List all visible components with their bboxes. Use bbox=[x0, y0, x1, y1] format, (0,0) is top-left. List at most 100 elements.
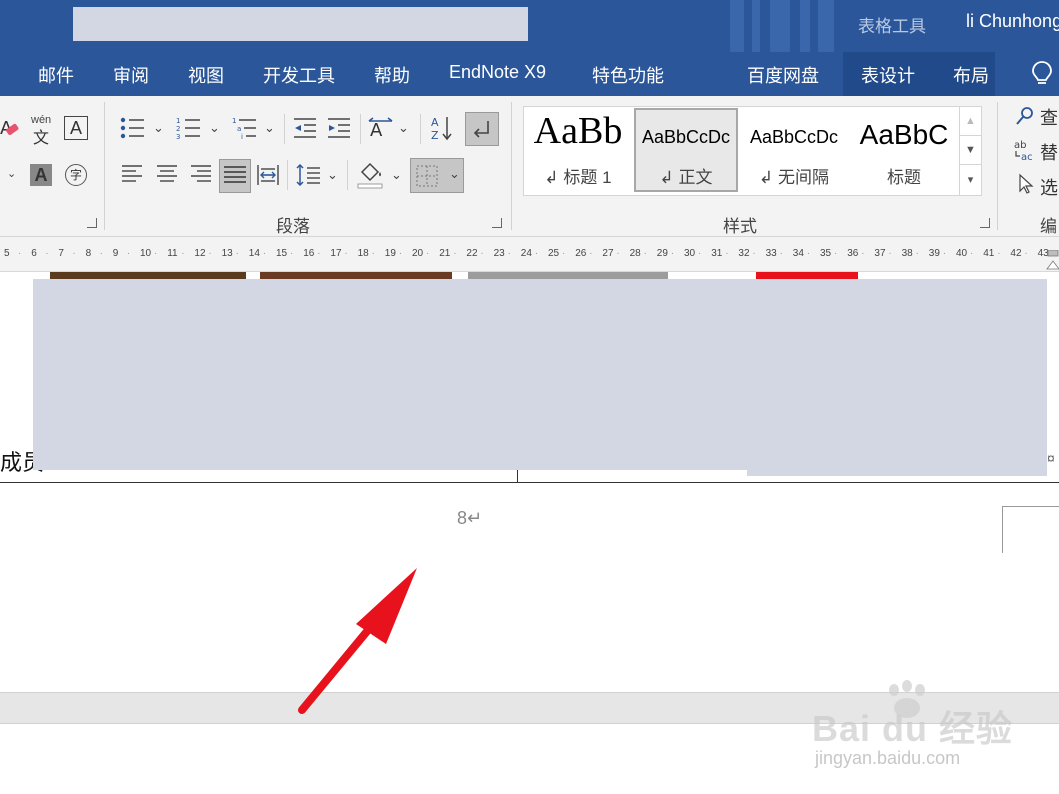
tab-review[interactable]: 审阅 bbox=[113, 62, 149, 88]
title-decoration bbox=[800, 0, 810, 52]
ruler-tick-mark: · bbox=[861, 248, 865, 259]
tab-table-design[interactable]: 表设计 bbox=[861, 62, 915, 88]
line-spacing-icon[interactable] bbox=[296, 163, 322, 187]
baidu-watermark-url: jingyan.baidu.com bbox=[815, 748, 961, 768]
bullets-dropdown-chevron-icon[interactable]: ⌄ bbox=[153, 120, 164, 136]
shading-paint-bucket-icon[interactable] bbox=[356, 160, 384, 190]
align-center-icon[interactable] bbox=[155, 164, 179, 186]
ruler-tick-label: 31 bbox=[711, 248, 723, 259]
ruler-tick-mark: · bbox=[371, 248, 375, 259]
decrease-indent-icon[interactable] bbox=[292, 116, 318, 140]
editing-group-label: 编 bbox=[1040, 217, 1057, 236]
select-label[interactable]: 选 bbox=[1040, 174, 1058, 200]
borders-button[interactable]: ⌄ bbox=[410, 158, 464, 193]
tab-developer[interactable]: 开发工具 bbox=[263, 62, 335, 88]
shading-dropdown-chevron-icon[interactable]: ⌄ bbox=[391, 167, 402, 183]
ruler-tick-mark: · bbox=[806, 248, 811, 259]
align-right-icon[interactable] bbox=[189, 164, 213, 186]
tell-me-lightbulb-icon[interactable] bbox=[1031, 60, 1053, 88]
ruler-tick-mark: · bbox=[126, 248, 131, 259]
tab-mail[interactable]: 邮件 bbox=[38, 62, 74, 88]
ruler-tick-mark: · bbox=[752, 248, 756, 259]
find-label[interactable]: 查 bbox=[1040, 104, 1058, 130]
ruler-tick-mark: · bbox=[235, 248, 239, 259]
style-preview: AaBb bbox=[533, 110, 623, 152]
ruler-tick-label: 21 bbox=[439, 248, 451, 259]
enclose-characters-icon[interactable]: 字 bbox=[65, 164, 87, 186]
numbering-dropdown-chevron-icon[interactable]: ⌄ bbox=[209, 120, 220, 136]
styles-more-icon[interactable]: ▾ bbox=[959, 164, 982, 196]
style-heading-1[interactable]: AaBb ↲ 标题 1 bbox=[526, 109, 630, 191]
multilevel-list-dropdown-chevron-icon[interactable]: ⌄ bbox=[264, 120, 275, 136]
styles-dialog-launcher-icon[interactable] bbox=[980, 218, 990, 228]
ruler-tick-label: 22 bbox=[466, 248, 478, 259]
line-spacing-dropdown-chevron-icon[interactable]: ⌄ bbox=[327, 167, 338, 183]
character-shading-icon[interactable]: A bbox=[30, 164, 52, 186]
user-name[interactable]: li Chunhong bbox=[966, 11, 1059, 32]
ruler-tick-labels: 5 · 6 · 7 · 8 · 9 · 10 · 11 · 12 · 13 · 14 · 15 · 16 · 17 · 18 · 19 ·… bbox=[0, 237, 1059, 271]
ruler-tick-label: 8 bbox=[85, 248, 92, 259]
toolbar-separator bbox=[347, 160, 348, 190]
tab-endnote[interactable]: EndNote X9 bbox=[449, 62, 546, 83]
clear-formatting-icon[interactable]: A bbox=[0, 114, 22, 140]
tab-view[interactable]: 视图 bbox=[188, 62, 224, 88]
ruler-tick-label: 11 bbox=[167, 248, 178, 259]
group-separator bbox=[511, 102, 512, 230]
styles-group-label: 样式 bbox=[723, 217, 757, 236]
baidu-paw-logo-icon bbox=[889, 680, 925, 718]
ruler-tick-label: 36 bbox=[847, 248, 859, 259]
chinese-layout-icon[interactable]: A bbox=[368, 116, 394, 140]
right-indent-marker-icon[interactable] bbox=[1045, 250, 1059, 270]
font-dialog-launcher-icon[interactable] bbox=[87, 218, 97, 228]
svg-text:ac: ac bbox=[1021, 152, 1033, 163]
ruler-tick-mark: · bbox=[915, 248, 919, 259]
ruler-tick-mark: · bbox=[942, 248, 947, 259]
styles-scroll-up-icon[interactable]: ▲ bbox=[959, 106, 982, 136]
ruler-tick-label: 17 bbox=[330, 248, 342, 259]
bullets-icon[interactable] bbox=[120, 116, 146, 140]
svg-text:i: i bbox=[241, 133, 243, 140]
select-cursor-icon[interactable] bbox=[1017, 173, 1035, 195]
tab-special-features[interactable]: 特色功能 bbox=[592, 62, 664, 88]
find-search-icon[interactable] bbox=[1015, 106, 1035, 126]
character-border-icon[interactable]: A bbox=[64, 116, 88, 140]
ruler-tick-mark: · bbox=[290, 248, 294, 259]
chinese-layout-dropdown-chevron-icon[interactable]: ⌄ bbox=[398, 120, 409, 136]
tab-table-layout[interactable]: 布局 bbox=[953, 62, 989, 88]
toolbar-separator bbox=[287, 160, 288, 190]
borders-icon bbox=[416, 165, 438, 187]
context-tool-label: 表格工具 bbox=[858, 17, 926, 36]
ruler-tick-mark: · bbox=[45, 248, 49, 259]
style-title[interactable]: AaBbC 标题 bbox=[850, 109, 958, 191]
style-no-spacing[interactable]: AaBbCcDc ↲ 无间隔 bbox=[742, 109, 846, 191]
title-decoration bbox=[770, 0, 790, 52]
ruler-tick-mark: · bbox=[1024, 248, 1028, 259]
sort-icon[interactable]: A Z bbox=[430, 114, 454, 142]
title-redacted bbox=[73, 7, 528, 41]
style-name: ↲ 正文 bbox=[659, 168, 713, 187]
align-left-icon[interactable] bbox=[120, 164, 144, 186]
style-normal-selected[interactable]: AaBbCcDc ↲ 正文 bbox=[634, 108, 738, 192]
replace-icon[interactable]: ab ac bbox=[1013, 138, 1039, 164]
increase-indent-icon[interactable] bbox=[326, 116, 352, 140]
multilevel-list-icon[interactable]: 1 a i bbox=[232, 116, 258, 140]
distributed-icon[interactable] bbox=[256, 163, 280, 187]
ruler-tick-label: 5 bbox=[4, 248, 10, 259]
phonetic-guide-icon[interactable]: 文 bbox=[33, 124, 49, 148]
numbering-icon[interactable]: 1 2 3 bbox=[176, 116, 202, 140]
ruler-tick-label: 42 bbox=[1010, 248, 1022, 259]
font-dropdown-chevron-icon[interactable]: ⌄ bbox=[7, 167, 16, 180]
ruler-tick-mark: · bbox=[72, 248, 76, 259]
justify-button[interactable] bbox=[219, 159, 251, 193]
paragraph-dialog-launcher-icon[interactable] bbox=[492, 218, 502, 228]
ruler-tick-label: 26 bbox=[575, 248, 587, 259]
ruler-tick-mark: · bbox=[317, 248, 321, 259]
ruler-tick-mark: · bbox=[643, 248, 647, 259]
styles-scroll-down-icon[interactable]: ▼ bbox=[959, 135, 982, 165]
show-hide-marks-button[interactable] bbox=[465, 112, 499, 146]
replace-label[interactable]: 替 bbox=[1040, 139, 1058, 165]
tab-help[interactable]: 帮助 bbox=[374, 62, 410, 88]
tab-baidu-netdisk[interactable]: 百度网盘 bbox=[747, 62, 819, 88]
group-separator bbox=[104, 102, 105, 230]
ruler-tick-label: 23 bbox=[493, 248, 505, 259]
